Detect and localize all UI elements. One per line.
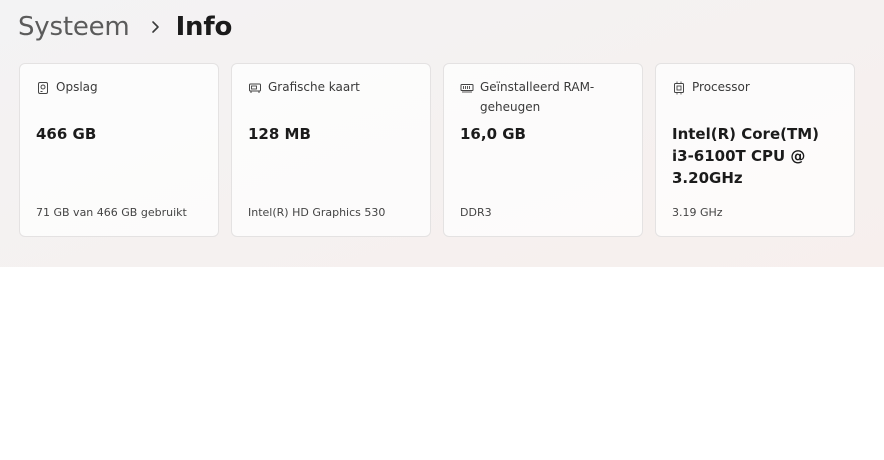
card-header: Opslag [36, 77, 206, 97]
card-label: Grafische kaart [268, 80, 360, 94]
breadcrumb-item-systeem[interactable]: Systeem [18, 12, 130, 42]
card-value: Intel(R) Core(TM) i3-6100T CPU @ 3.20GHz [672, 125, 819, 187]
graphics-card-icon [248, 80, 262, 94]
card-header: Geïnstalleerd RAM-geheugen [460, 77, 630, 117]
card-header: Grafische kaart [248, 77, 418, 97]
card-detail: 71 GB van 466 GB gebruikt [36, 206, 187, 219]
card-header: Processor [672, 77, 842, 97]
ram-card[interactable]: Geïnstalleerd RAM-geheugen 16,0 GB DDR3 [443, 63, 643, 237]
card-detail: DDR3 [460, 206, 492, 219]
processor-chip-icon [672, 80, 686, 95]
card-detail: Intel(R) HD Graphics 530 [248, 206, 386, 219]
card-value: 16,0 GB [460, 125, 526, 143]
card-label: Processor [692, 80, 750, 94]
page-title: Info [175, 12, 233, 42]
card-label: Geïnstalleerd RAM-geheugen [480, 80, 595, 114]
card-label: Opslag [56, 80, 98, 94]
graphics-card[interactable]: Grafische kaart 128 MB Intel(R) HD Graph… [231, 63, 431, 237]
card-value: 466 GB [36, 125, 97, 143]
card-detail: 3.19 GHz [672, 206, 723, 219]
chevron-right-icon [140, 10, 170, 44]
system-info-panel: Systeem Info Opslag 466 GB 71 GB van 466… [0, 0, 884, 267]
storage-card[interactable]: Opslag 466 GB 71 GB van 466 GB gebruikt [19, 63, 219, 237]
storage-drive-icon [36, 80, 50, 94]
processor-card[interactable]: Processor Intel(R) Core(TM) i3-6100T CPU… [655, 63, 855, 237]
memory-ram-icon [460, 80, 474, 94]
card-value: 128 MB [248, 125, 311, 143]
breadcrumb: Systeem Info [18, 10, 232, 44]
